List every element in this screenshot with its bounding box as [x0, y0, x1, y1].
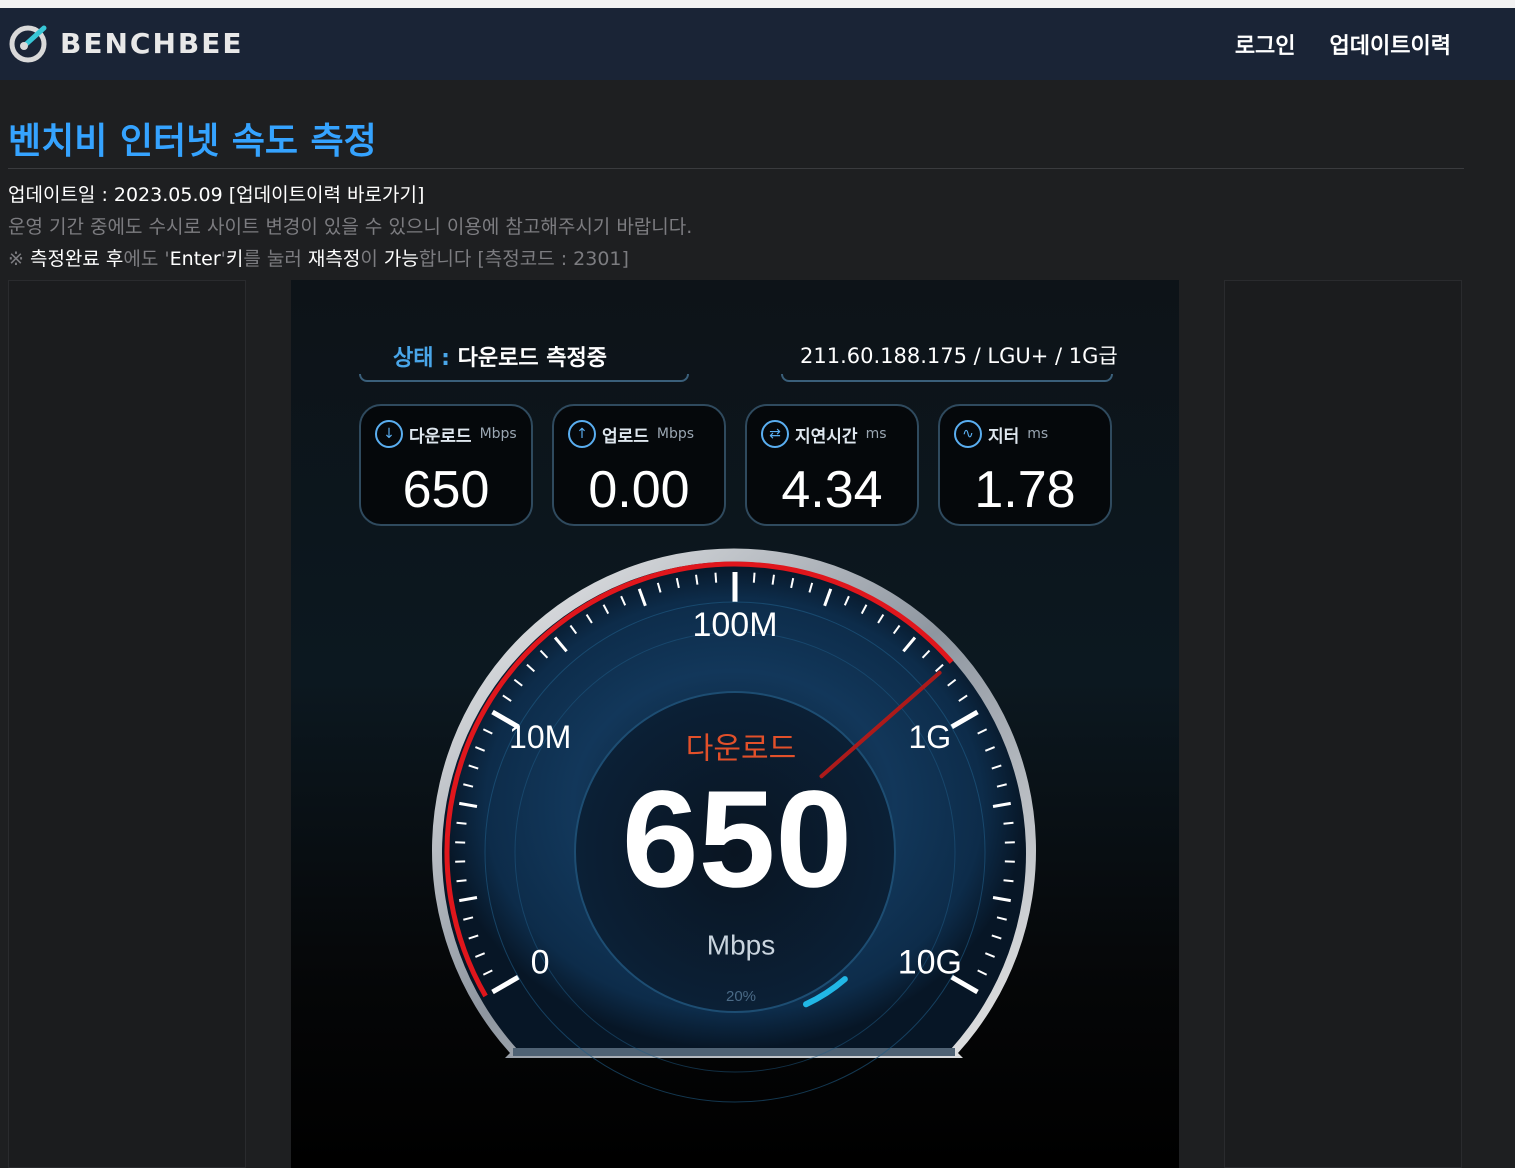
gauge-tick	[714, 572, 718, 583]
gauge-tick	[1003, 821, 1014, 825]
tip-part: 이	[360, 248, 384, 270]
site-header: BENCHBEE 로그인 업데이트이력	[0, 8, 1515, 80]
speed-gauge: 0 10M 100M 1G 10G 다운로드 650 Mbps 20%	[432, 548, 1036, 1103]
tip-part: 가능	[383, 248, 419, 270]
tip-part: 측정완료 후	[29, 248, 124, 270]
benchbee-logo[interactable]: BENCHBEE	[8, 22, 243, 64]
login-link[interactable]: 로그인	[1235, 28, 1296, 60]
gauge-value: 650	[622, 762, 852, 916]
page-title: 벤치비 인터넷 속도 측정	[8, 121, 377, 162]
tip-part: 를 눌러	[243, 248, 308, 270]
scale-label-1g: 1G	[909, 719, 952, 755]
title-divider	[8, 168, 1464, 169]
enter-tip: ※ 측정완료 후에도 'Enter'키를 눌러 재측정이 가능합니다 [측정코드…	[8, 244, 629, 271]
top-border	[0, 0, 1515, 8]
gauge-unit: Mbps	[707, 929, 775, 960]
gauge-tick	[752, 572, 756, 583]
tip-part: 재측정	[307, 248, 361, 270]
gauge-tick	[456, 879, 467, 883]
gauge-progress-text: 20%	[726, 988, 756, 1005]
left-ad-panel	[8, 280, 246, 1168]
logo-text: BENCHBEE	[60, 26, 244, 60]
tip-part: Enter	[169, 248, 221, 270]
gauge-tick	[695, 574, 699, 585]
right-ad-panel	[1224, 280, 1462, 1168]
scale-label-10m: 10M	[509, 719, 571, 755]
tip-part: 합니다 [측정코드 : 2301]	[418, 248, 629, 270]
benchbee-logo-icon	[9, 25, 47, 63]
notice-text: 운영 기간 중에도 수시로 사이트 변경이 있을 수 있으니 이용에 참고해주시…	[8, 216, 693, 238]
update-history-link[interactable]: 업데이트이력	[1330, 28, 1451, 60]
tip-part: 키	[225, 248, 244, 270]
top-nav: 로그인 업데이트이력	[1235, 28, 1451, 60]
gauge-tick	[456, 821, 467, 825]
gauge-tick	[1003, 879, 1014, 883]
gauge-tick	[771, 574, 775, 585]
update-date-link[interactable]: 업데이트일 : 2023.05.09 [업데이트이력 바로가기]	[8, 180, 424, 207]
speedtest-panel: 상태 : 다운로드 측정중 211.60.188.175 / LGU+ / 1G…	[291, 280, 1179, 1168]
scale-label-100m: 100M	[692, 606, 777, 644]
scale-label-0: 0	[531, 943, 550, 981]
gauge-mode-label: 다운로드	[686, 732, 796, 767]
scale-label-10g: 10G	[898, 943, 962, 981]
tip-part: 에도 '	[123, 248, 170, 270]
tip-mark: ※	[8, 248, 30, 270]
